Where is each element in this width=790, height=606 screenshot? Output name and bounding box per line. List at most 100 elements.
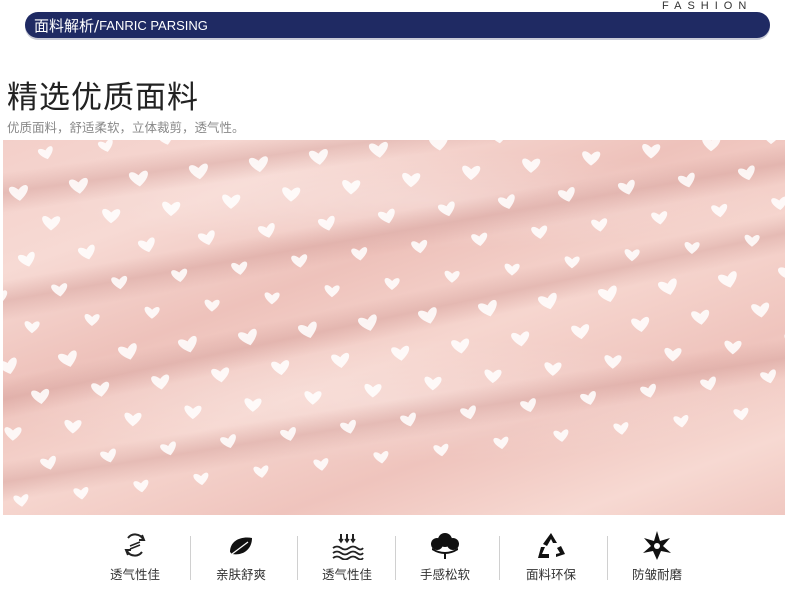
feature-row: 透气性佳 亲肤舒爽 透气性佳 手感松软 面料环保 防皱耐磨 bbox=[83, 530, 723, 590]
heart-motif bbox=[177, 335, 197, 353]
heart-motif bbox=[77, 244, 95, 260]
heart-motif bbox=[488, 140, 508, 144]
heart-motif bbox=[220, 434, 236, 449]
heart-motif bbox=[133, 479, 149, 493]
heart-motif bbox=[582, 151, 601, 166]
fashion-tag: FASHION bbox=[662, 0, 753, 12]
heart-motif bbox=[68, 178, 88, 194]
page-title: 精选优质面料 bbox=[7, 80, 199, 116]
heart-motif bbox=[424, 376, 442, 391]
heart-motif bbox=[157, 140, 173, 145]
heart-motif bbox=[364, 383, 382, 398]
heart-motif bbox=[40, 455, 56, 470]
heart-motif bbox=[657, 278, 677, 295]
heart-motif bbox=[411, 240, 428, 254]
heart-pattern bbox=[3, 140, 785, 507]
steam-wave-icon bbox=[332, 534, 364, 560]
feature-label: 透气性佳 bbox=[321, 567, 372, 582]
heart-motif bbox=[308, 149, 328, 165]
heart-motif bbox=[511, 331, 530, 347]
heart-motif bbox=[237, 328, 257, 346]
heart-motif bbox=[351, 247, 368, 261]
heart-motif bbox=[580, 391, 596, 405]
heart-motif bbox=[477, 299, 497, 317]
heart-motif bbox=[42, 216, 61, 231]
heart-motif bbox=[8, 185, 28, 201]
heart-motif bbox=[597, 285, 617, 303]
heart-motif bbox=[368, 142, 388, 158]
heart-motif bbox=[777, 263, 785, 281]
heart-motif bbox=[13, 494, 29, 507]
heart-motif bbox=[304, 391, 322, 405]
heart-motif bbox=[624, 249, 640, 262]
heart-motif bbox=[222, 194, 241, 209]
page-subtitle: 优质面料，舒适柔软，立体裁剪，透气性。 bbox=[7, 120, 245, 135]
cotton-flower-icon bbox=[431, 533, 459, 559]
heart-motif bbox=[437, 201, 455, 217]
recycle-icon bbox=[538, 533, 565, 558]
heart-motif bbox=[677, 172, 695, 188]
heart-motif bbox=[184, 405, 202, 420]
heart-motif bbox=[571, 324, 590, 340]
heart-motif bbox=[271, 360, 290, 376]
feature-item-skin-friendly: 亲肤舒爽 bbox=[189, 530, 293, 590]
heart-motif bbox=[537, 292, 557, 310]
heart-motif bbox=[771, 196, 785, 211]
heart-motif bbox=[117, 343, 137, 360]
star-burst-icon bbox=[643, 531, 671, 560]
heart-motif bbox=[324, 285, 340, 298]
heart-motif bbox=[124, 412, 142, 427]
heart-motif bbox=[642, 144, 661, 159]
heart-motif bbox=[297, 321, 317, 339]
heart-motif bbox=[691, 309, 710, 325]
heart-motif bbox=[557, 187, 575, 202]
heart-motif bbox=[17, 251, 35, 267]
heart-motif bbox=[73, 487, 89, 500]
heart-motif bbox=[84, 314, 100, 326]
heart-motif bbox=[144, 306, 160, 319]
heart-motif bbox=[24, 321, 40, 334]
heart-motif bbox=[193, 472, 209, 486]
heart-motif bbox=[313, 458, 329, 471]
feature-item-anti-wrinkle: 防皱耐磨 bbox=[605, 530, 709, 590]
heart-motif bbox=[544, 362, 562, 376]
heart-motif bbox=[471, 232, 488, 247]
heart-motif bbox=[733, 407, 749, 421]
heart-motif bbox=[717, 271, 737, 288]
heart-motif bbox=[762, 140, 781, 145]
heart-motif bbox=[522, 158, 541, 173]
leaf-icon bbox=[230, 537, 252, 555]
heart-motif bbox=[248, 156, 268, 173]
heart-motif bbox=[711, 204, 728, 218]
heart-motif bbox=[417, 307, 437, 324]
heart-motif bbox=[102, 208, 121, 224]
feature-label: 透气性佳 bbox=[109, 567, 160, 582]
heart-motif bbox=[673, 415, 689, 428]
heart-motif bbox=[428, 140, 448, 151]
heart-motif bbox=[384, 278, 400, 290]
heart-motif bbox=[257, 223, 275, 238]
heart-motif bbox=[160, 441, 176, 456]
feature-item-breathable: 透气性佳 bbox=[83, 530, 187, 590]
heart-motif bbox=[244, 398, 262, 412]
section-header-bar: 面料解析/ FANRIC PARSING bbox=[25, 12, 770, 38]
heart-motif bbox=[520, 398, 536, 413]
heart-motif bbox=[751, 302, 770, 318]
feature-item-soft-touch: 手感松软 bbox=[393, 530, 497, 590]
heart-motif bbox=[57, 350, 77, 367]
feature-label: 亲肤舒爽 bbox=[215, 567, 266, 582]
heart-motif bbox=[97, 140, 113, 152]
heart-motif bbox=[724, 340, 742, 355]
airflow-icon bbox=[124, 533, 146, 557]
heart-motif bbox=[531, 225, 548, 239]
heart-motif bbox=[493, 436, 509, 450]
heart-motif bbox=[188, 163, 208, 180]
heart-motif bbox=[617, 179, 635, 195]
heart-motif bbox=[737, 165, 755, 181]
heart-motif bbox=[282, 187, 301, 202]
heart-motif bbox=[331, 353, 350, 368]
feature-item-ventilation: 透气性佳 bbox=[295, 530, 399, 590]
heart-motif bbox=[613, 422, 629, 435]
heart-motif bbox=[137, 237, 155, 253]
heart-motif bbox=[264, 292, 280, 305]
